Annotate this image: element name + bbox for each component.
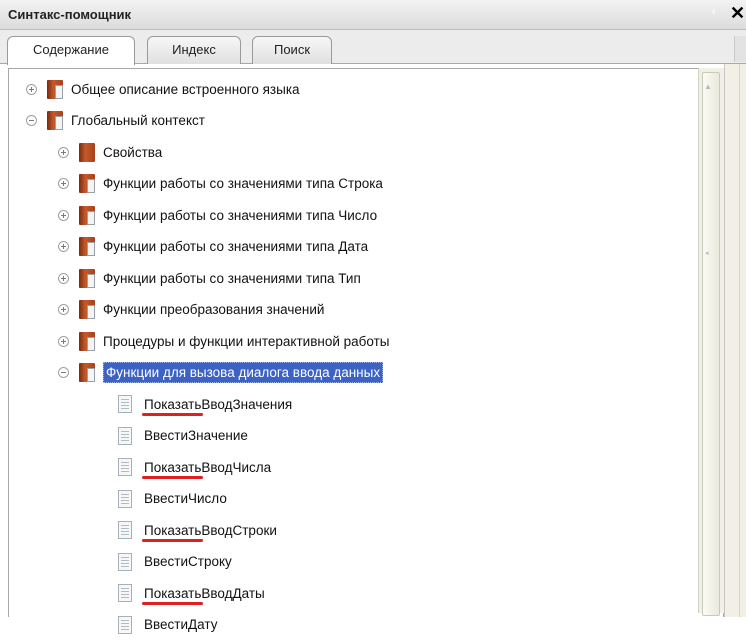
tree-item[interactable]: Процедуры и функции интерактивной работы — [58, 326, 389, 356]
label-rest: ВводЗначения — [201, 396, 293, 412]
tree-item[interactable]: ВвестиЗначение — [118, 421, 248, 451]
book-open-icon — [47, 79, 63, 99]
document-icon — [118, 584, 132, 602]
tree-item[interactable]: ВвестиЧисло — [118, 484, 227, 514]
right-panel-divider — [739, 64, 740, 617]
vertical-scrollbar[interactable]: ▲ ◂ — [698, 68, 724, 616]
expand-plus-icon[interactable] — [26, 83, 37, 95]
tree-item-label: ПоказатьВводДаты — [144, 586, 265, 601]
book-open-icon — [79, 363, 95, 382]
right-panel-edge — [724, 64, 746, 617]
label-rest: ВводЧисла — [201, 459, 272, 475]
pin-icon[interactable]: ᵍ — [712, 7, 715, 17]
tree-item[interactable]: Функции работы со значениями типа Строка — [58, 169, 383, 199]
underlined-prefix: Показать — [144, 459, 202, 475]
label-rest: ВводСтроки — [201, 522, 277, 538]
tree-item-label: Процедуры и функции интерактивной работы — [103, 333, 390, 349]
collapse-minus-icon[interactable] — [58, 367, 69, 378]
tree-item[interactable]: Функции работы со значениями типа Число — [58, 200, 377, 230]
close-icon[interactable]: ✕ — [730, 3, 745, 24]
title-bar: Синтакс-помощник ᵍ ✕ — [0, 0, 746, 30]
scrollbar-grip-icon: ◂ — [705, 250, 709, 257]
tree-item-label: ВвестиЗначение — [144, 428, 248, 443]
scroll-up-icon[interactable]: ▲ — [704, 82, 712, 91]
document-icon — [118, 615, 132, 634]
document-icon — [118, 552, 132, 571]
tree-item[interactable]: Общее описание встроенного языка — [26, 74, 300, 104]
label-rest: ВводДаты — [201, 585, 265, 601]
tree-item-label: Функции работы со значениями типа Число — [103, 207, 378, 223]
underlined-prefix: Показать — [144, 396, 202, 412]
book-open-icon — [79, 174, 95, 193]
tree-item-label: Функции работы со значениями типа Тип — [103, 270, 361, 286]
tree-item-label: ПоказатьВводСтроки — [144, 523, 277, 538]
tree-item-label: Функции работы со значениями типа Строка — [103, 176, 383, 191]
tree-item-label: ВвестиСтроку — [144, 554, 232, 569]
book-open-icon — [47, 111, 63, 130]
tab-strip: Содержание Индекс Поиск — [0, 30, 746, 65]
tab-index[interactable]: Индекс — [147, 36, 241, 64]
tree-item-label: Глобальный контекст — [71, 113, 205, 128]
tree-item[interactable]: ВвестиДату — [118, 610, 217, 640]
book-open-icon — [79, 205, 95, 225]
tree-item[interactable]: Функции работы со значениями типа Дата — [58, 232, 368, 262]
tree-item[interactable]: ПоказатьВводЧисла — [118, 452, 271, 482]
book-closed-icon — [79, 142, 95, 162]
tree-item-label: Общее описание встроенного языка — [71, 81, 300, 97]
tree-item[interactable]: Функции для вызова диалога ввода данных — [58, 358, 384, 388]
expand-plus-icon[interactable] — [58, 209, 69, 221]
underlined-prefix: Показать — [144, 585, 202, 601]
tree-item[interactable]: Функции работы со значениями типа Тип — [58, 263, 361, 293]
tree-item[interactable]: Свойства — [58, 137, 162, 167]
tree-item-label: ПоказатьВводЧисла — [144, 460, 271, 475]
document-icon — [118, 458, 132, 476]
scrollbar-thumb[interactable] — [702, 72, 720, 616]
tree-item[interactable]: ПоказатьВводЗначения — [118, 389, 292, 419]
document-icon — [118, 395, 132, 413]
tab-search[interactable]: Поиск — [252, 36, 332, 64]
contents-pane: Общее описание встроенного языка Глобальн… — [0, 64, 746, 634]
expand-plus-icon[interactable] — [58, 241, 69, 252]
tree-item[interactable]: ВвестиСтроку — [118, 547, 232, 577]
window-title: Синтакс-помощник — [8, 7, 132, 22]
expand-plus-icon[interactable] — [58, 304, 69, 315]
expand-plus-icon[interactable] — [58, 335, 69, 347]
document-icon — [118, 426, 132, 445]
collapse-minus-icon[interactable] — [26, 115, 37, 126]
tree-item-label: Функции работы со значениями типа Дата — [103, 239, 369, 254]
expand-plus-icon[interactable] — [58, 146, 69, 158]
tree-item-label-selected: Функции для вызова диалога ввода данных — [103, 362, 384, 383]
expand-plus-icon[interactable] — [58, 272, 69, 284]
tree-item-label: Свойства — [103, 144, 163, 160]
document-icon — [118, 521, 132, 539]
expand-plus-icon[interactable] — [58, 178, 69, 189]
document-icon — [118, 489, 132, 508]
tree-item[interactable]: Глобальный контекст — [26, 106, 205, 136]
book-open-icon — [79, 331, 95, 351]
tree-item-label: ПоказатьВводЗначения — [144, 397, 292, 412]
underlined-prefix: Показать — [144, 522, 202, 538]
tree-item[interactable]: ПоказатьВводДаты — [118, 578, 265, 608]
tab-scroll-stub — [734, 36, 746, 62]
tree-item-label: ВвестиДату — [144, 617, 218, 632]
tree-item-label: ВвестиЧисло — [144, 491, 227, 506]
tree-item-label: Функции преобразования значений — [103, 302, 325, 317]
book-open-icon — [79, 268, 95, 288]
book-open-icon — [79, 300, 95, 319]
book-open-icon — [79, 237, 95, 256]
tree-item[interactable]: Функции преобразования значений — [58, 295, 324, 325]
tab-contents[interactable]: Содержание — [7, 36, 135, 65]
tree-item[interactable]: ПоказатьВводСтроки — [118, 515, 277, 545]
